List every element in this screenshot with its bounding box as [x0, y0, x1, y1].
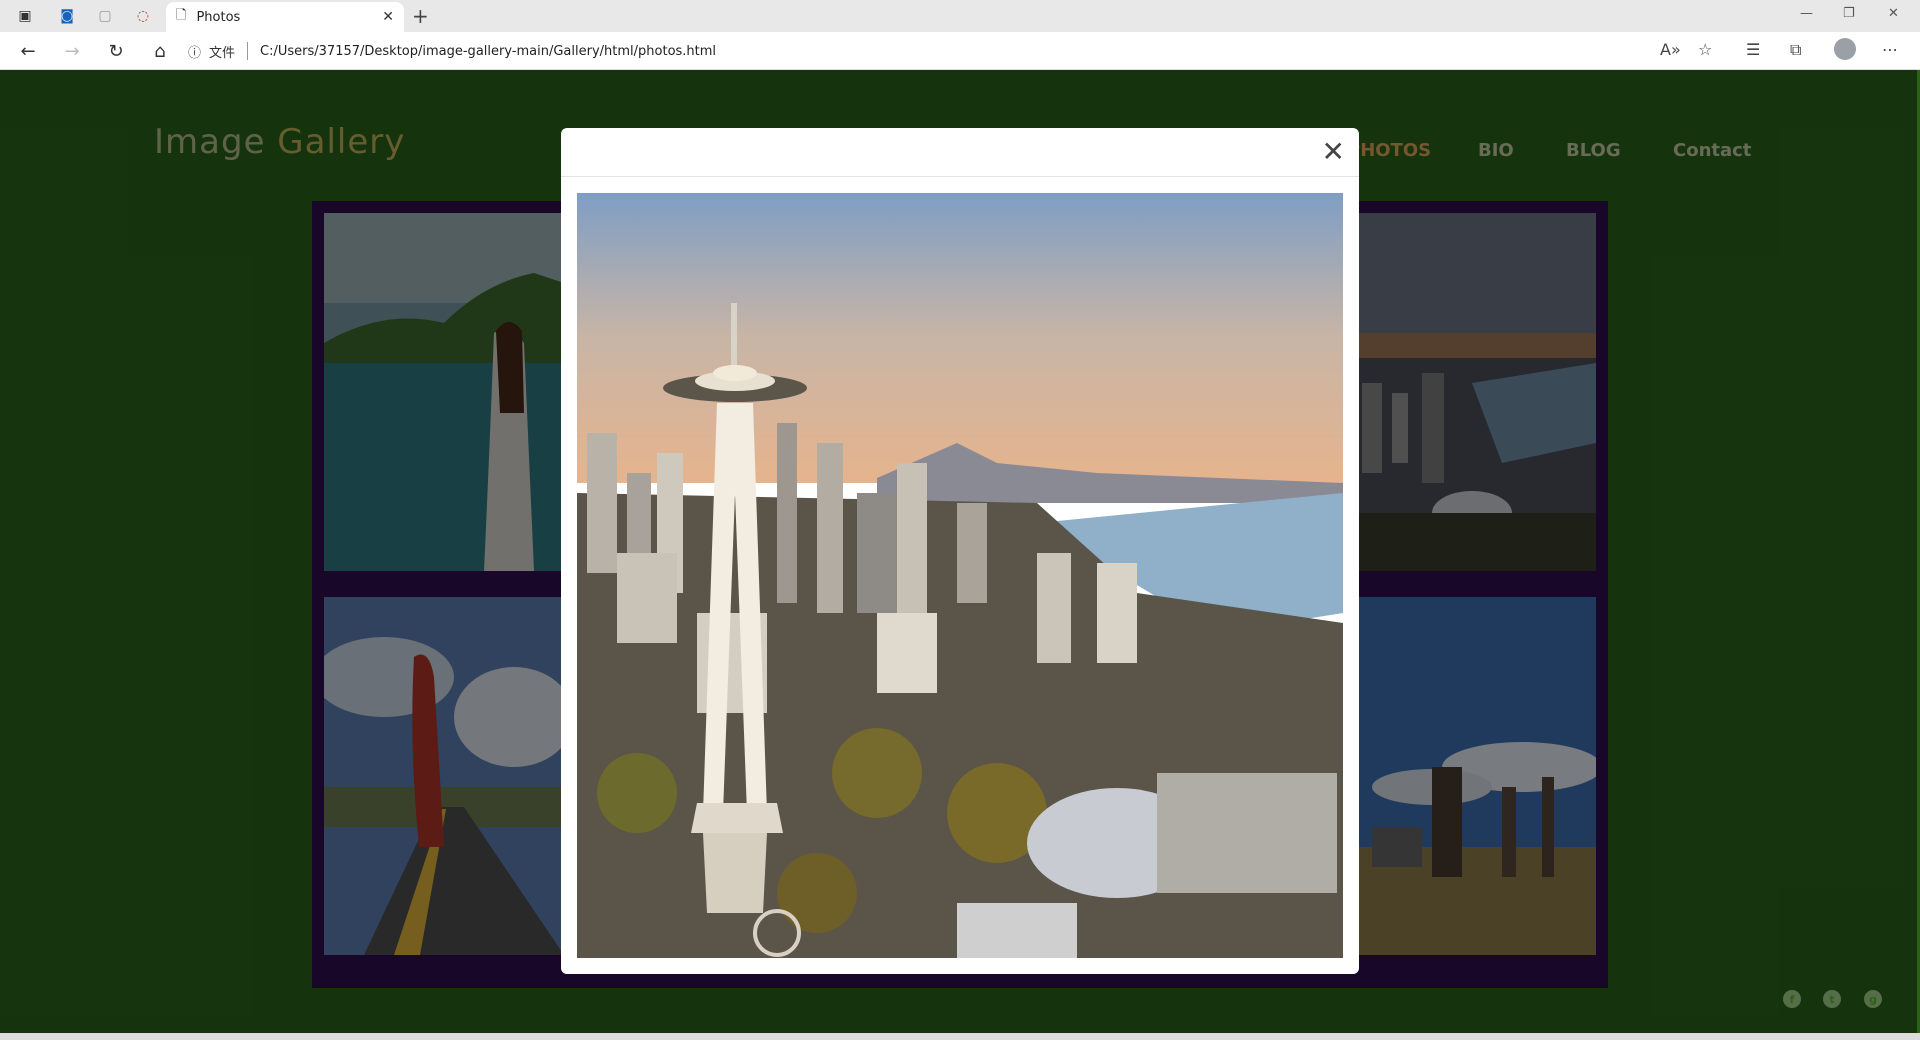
modal-photo-space-needle [577, 193, 1343, 958]
address-bar[interactable]: ⓘ 文件 C:/Users/37157/Desktop/image-galler… [188, 36, 1728, 66]
modal-header: ✕ [561, 128, 1359, 177]
close-tab-icon[interactable]: ✕ [382, 9, 394, 25]
profile-avatar[interactable] [1834, 38, 1856, 60]
facebook-icon[interactable]: f [1783, 990, 1801, 1008]
browser-tab-bar: ▣ ◙ ▢ ◌ 🗋 Photos ✕ + — ❐ ✕ [0, 0, 1920, 32]
more-menu-icon[interactable]: ⋯ [1882, 40, 1898, 59]
tab-actions-icon[interactable]: ▣ [6, 0, 44, 32]
space-needle-image [577, 193, 1343, 958]
back-icon[interactable]: ← [14, 38, 42, 64]
info-icon[interactable]: ⓘ [188, 42, 201, 61]
collections-icon[interactable]: ⧉ [1790, 40, 1801, 60]
home-icon[interactable]: ⌂ [146, 38, 174, 64]
new-tab-icon[interactable]: + [412, 4, 429, 28]
tab-title: Photos [196, 9, 241, 25]
browser-toolbar: ← → ↻ ⌂ ⓘ 文件 C:/Users/37157/Desktop/imag… [0, 32, 1920, 70]
github-icon[interactable]: g [1864, 990, 1882, 1008]
modal-close-button[interactable]: ✕ [1322, 136, 1345, 168]
add-favorite-icon[interactable]: ☆ [1698, 40, 1712, 59]
twitter-icon[interactable]: t [1823, 990, 1841, 1008]
restore-icon[interactable]: ❐ [1843, 6, 1855, 21]
record-tab-icon[interactable]: ◌ [124, 0, 162, 32]
photo-modal: ✕ [561, 128, 1359, 974]
read-aloud-icon[interactable]: A» [1660, 40, 1681, 59]
blank-tab-icon[interactable]: ▢ [86, 0, 124, 32]
page-icon: 🗋 [176, 8, 187, 23]
minimize-icon[interactable]: — [1800, 6, 1813, 21]
tab-photos[interactable]: 🗋 Photos ✕ [166, 2, 404, 32]
outlook-tab-icon[interactable]: ◙ [48, 0, 86, 32]
forward-icon[interactable]: → [58, 38, 86, 64]
page-body: Image Gallery PHOTOS BIO BLOG Contact f … [0, 70, 1920, 1033]
window-bottom-edge [0, 1033, 1920, 1040]
refresh-icon[interactable]: ↻ [102, 38, 130, 64]
address-separator [247, 42, 249, 60]
url-text[interactable]: C:/Users/37157/Desktop/image-gallery-mai… [260, 44, 716, 59]
favorites-icon[interactable]: ☰ [1746, 40, 1760, 59]
close-window-icon[interactable]: ✕ [1888, 6, 1899, 21]
address-prefix: 文件 [209, 45, 236, 61]
